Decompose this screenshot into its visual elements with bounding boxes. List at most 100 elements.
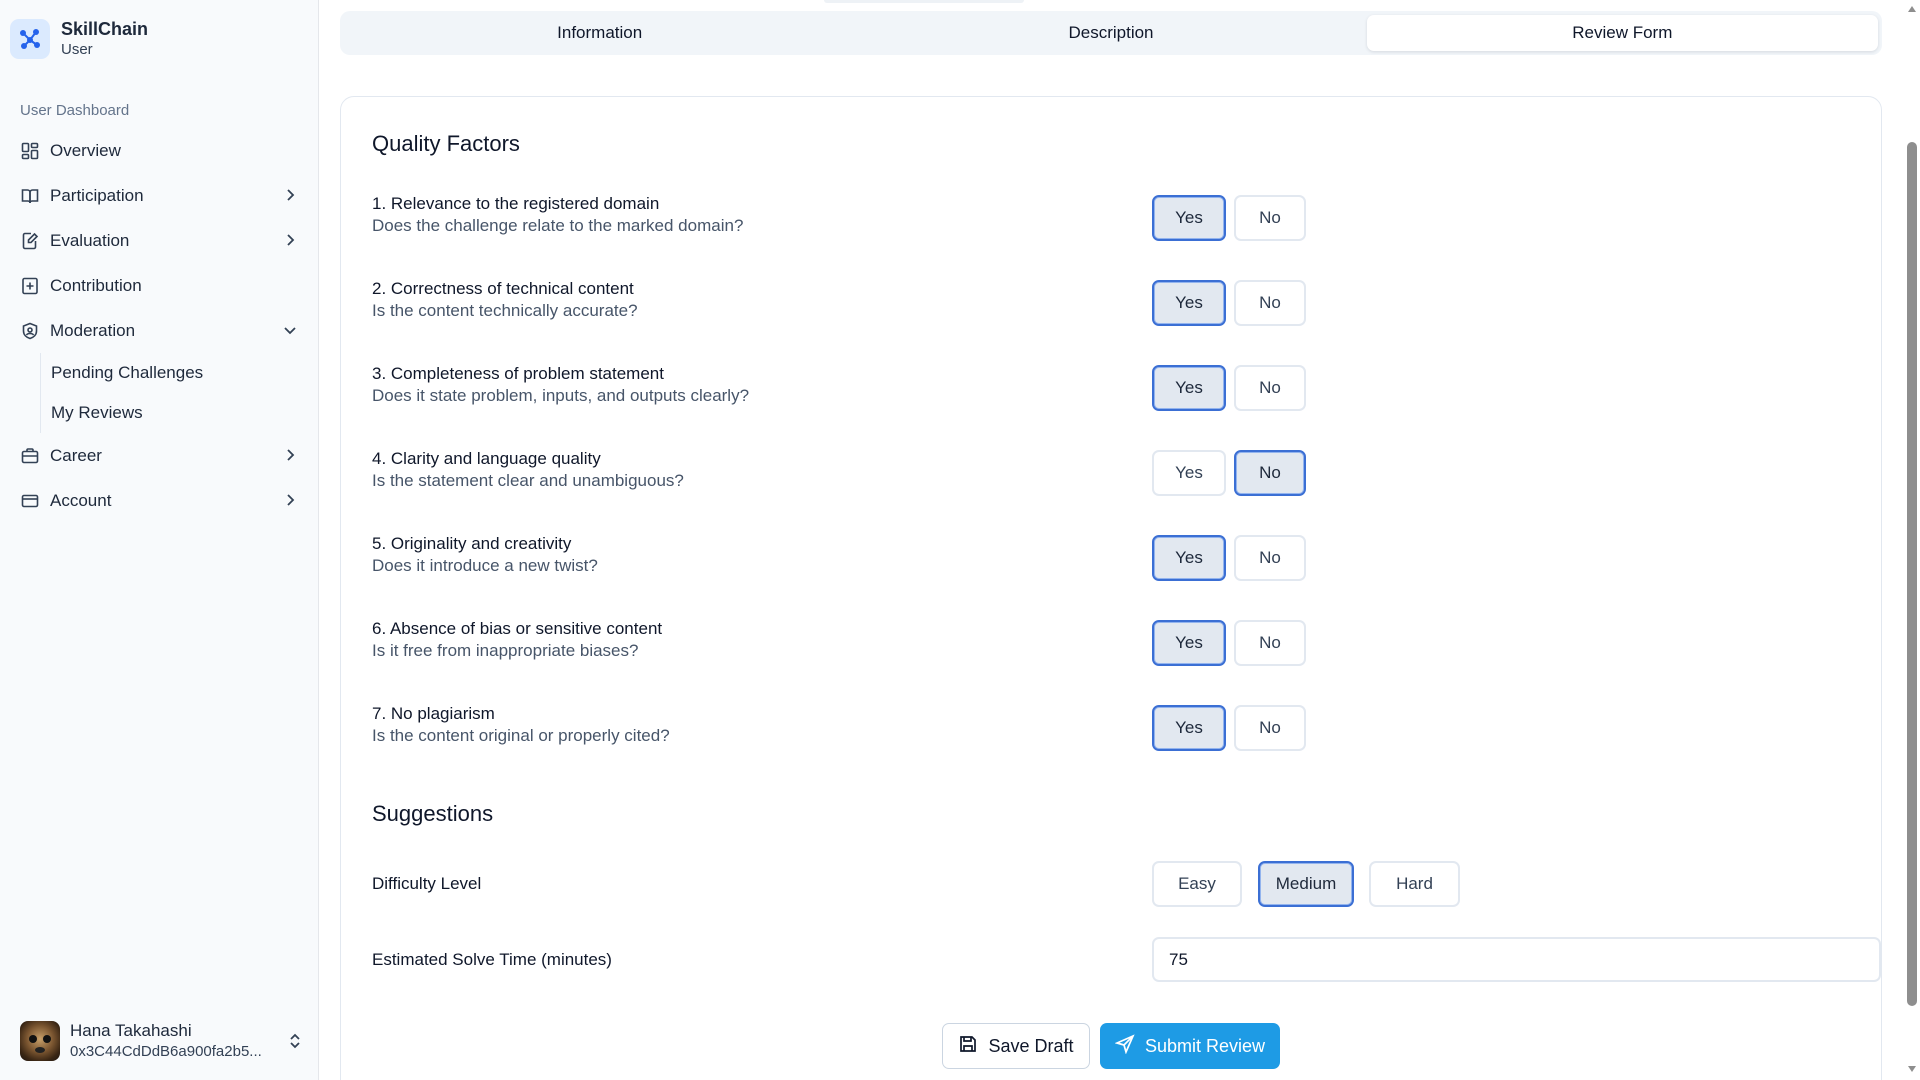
- factor-no-button[interactable]: No: [1234, 705, 1306, 751]
- quality-factor-row: 1. Relevance to the registered domain Do…: [372, 193, 1852, 243]
- chevron-right-icon: [280, 445, 300, 465]
- suggestions-title: Suggestions: [372, 801, 494, 826]
- factor-yes-button[interactable]: Yes: [1152, 450, 1226, 496]
- scroll-up-arrow-icon[interactable]: [1908, 6, 1916, 12]
- factor-yes-button[interactable]: Yes: [1152, 195, 1226, 241]
- difficulty-easy-button[interactable]: Easy: [1152, 861, 1242, 907]
- solve-time-label: Estimated Solve Time (minutes): [372, 950, 612, 969]
- quality-factor-row: 7. No plagiarism Is the content original…: [372, 703, 1852, 753]
- factor-no-button[interactable]: No: [1234, 450, 1306, 496]
- difficulty-medium-button[interactable]: Medium: [1258, 861, 1354, 907]
- tab-bar: Information Description Review Form: [340, 11, 1882, 55]
- factor-description: Is it free from inappropriate biases?: [372, 641, 639, 660]
- sidebar-item-label: Account: [50, 490, 112, 510]
- quality-factor-row: 2. Correctness of technical content Is t…: [372, 278, 1852, 328]
- sidebar-item-label: Career: [50, 445, 102, 465]
- sidebar-item-label: Participation: [50, 185, 144, 205]
- factor-no-button[interactable]: No: [1234, 535, 1306, 581]
- review-form-card: Quality Factors 1. Relevance to the regi…: [340, 96, 1882, 1080]
- save-draft-label: Save Draft: [988, 1035, 1074, 1056]
- factor-title: 3. Completeness of problem statement: [372, 364, 664, 383]
- sidebar-item-label: Evaluation: [50, 230, 130, 250]
- factor-description: Does it introduce a new twist?: [372, 556, 598, 575]
- chevron-right-icon: [280, 185, 300, 205]
- tab-review-form[interactable]: Review Form: [1366, 15, 1878, 51]
- page-scrollbar[interactable]: [1904, 0, 1920, 1080]
- quality-factors-title: Quality Factors: [372, 131, 520, 156]
- factor-title: 7. No plagiarism: [372, 704, 495, 723]
- brand[interactable]: SkillChain User: [10, 18, 148, 60]
- sidebar-item-participation[interactable]: Participation: [10, 173, 310, 218]
- difficulty-label: Difficulty Level: [372, 874, 482, 893]
- file-edit-icon: [20, 231, 40, 251]
- save-icon: [958, 1034, 978, 1059]
- factor-title: 4. Clarity and language quality: [372, 449, 601, 468]
- sidebar-item-label: Moderation: [50, 320, 136, 340]
- sidebar-item-career[interactable]: Career: [10, 433, 310, 478]
- user-name: Hana Takahashi: [70, 1021, 192, 1040]
- sidebar-item-evaluation[interactable]: Evaluation: [10, 218, 310, 263]
- difficulty-hard-button[interactable]: Hard: [1369, 861, 1460, 907]
- send-icon: [1114, 1033, 1135, 1059]
- factor-no-button[interactable]: No: [1234, 280, 1306, 326]
- factor-title: 1. Relevance to the registered domain: [372, 194, 660, 213]
- factor-no-button[interactable]: No: [1234, 620, 1306, 666]
- sidebar-item-overview[interactable]: Overview: [10, 128, 310, 173]
- submit-review-label: Submit Review: [1144, 1035, 1266, 1056]
- factor-no-button[interactable]: No: [1234, 195, 1306, 241]
- quality-factor-row: 3. Completeness of problem statement Doe…: [372, 363, 1852, 413]
- factor-yes-button[interactable]: Yes: [1152, 705, 1226, 751]
- avatar: [20, 1021, 60, 1061]
- factor-title: 5. Originality and creativity: [372, 534, 572, 553]
- top-edge-shadow: [824, 0, 1024, 3]
- factor-yes-button[interactable]: Yes: [1152, 620, 1226, 666]
- user-address: 0x3C44CdDdB6a900fa2b5...: [70, 1043, 262, 1060]
- sidebar-item-label: Contribution: [50, 275, 142, 295]
- factor-yes-button[interactable]: Yes: [1152, 280, 1226, 326]
- factor-title: 6. Absence of bias or sensitive content: [372, 619, 663, 638]
- scroll-down-arrow-icon[interactable]: [1908, 1066, 1916, 1072]
- tab-description[interactable]: Description: [855, 15, 1366, 51]
- credit-card-icon: [20, 491, 40, 511]
- sidebar-item-contribution[interactable]: Contribution: [10, 263, 310, 308]
- sidebar: SkillChain User User Dashboard Overview …: [0, 0, 319, 1080]
- save-draft-button[interactable]: Save Draft: [942, 1023, 1090, 1069]
- factor-yes-button[interactable]: Yes: [1152, 365, 1226, 411]
- sidebar-subitem-my-reviews[interactable]: My Reviews: [51, 393, 310, 433]
- moderation-submenu: Pending Challenges My Reviews: [40, 353, 310, 433]
- factor-yes-button[interactable]: Yes: [1152, 535, 1226, 581]
- chevron-right-icon: [280, 230, 300, 250]
- solve-time-input[interactable]: [1152, 937, 1881, 982]
- chevrons-up-down-icon: [285, 1031, 305, 1051]
- quality-factor-row: 4. Clarity and language quality Is the s…: [372, 448, 1852, 498]
- briefcase-icon: [20, 446, 40, 466]
- sidebar-nav: Overview Participation Evaluation Contri…: [10, 128, 310, 523]
- sidebar-subitem-pending-challenges[interactable]: Pending Challenges: [51, 353, 310, 393]
- chevron-right-icon: [280, 490, 300, 510]
- book-open-icon: [20, 186, 40, 206]
- solve-time-row: Estimated Solve Time (minutes): [372, 937, 1881, 983]
- factor-description: Is the statement clear and unambiguous?: [372, 471, 684, 490]
- skillchain-logo-icon: [10, 19, 50, 59]
- factor-description: Is the content technically accurate?: [372, 301, 638, 320]
- sidebar-item-label: Overview: [50, 140, 121, 160]
- tab-information[interactable]: Information: [344, 15, 855, 51]
- factor-title: 2. Correctness of technical content: [372, 279, 634, 298]
- sidebar-item-moderation[interactable]: Moderation: [10, 308, 310, 353]
- factor-description: Is the content original or properly cite…: [372, 726, 670, 745]
- app-name: SkillChain: [61, 19, 149, 39]
- factor-description: Does the challenge relate to the marked …: [372, 216, 744, 235]
- layout-grid-icon: [20, 141, 40, 161]
- difficulty-row: Difficulty Level Easy Medium Hard: [372, 861, 1852, 907]
- user-menu[interactable]: Hana Takahashi 0x3C44CdDdB6a900fa2b5...: [20, 1018, 305, 1064]
- shield-icon: [20, 321, 40, 341]
- nav-group-label: User Dashboard: [20, 102, 130, 119]
- quality-factor-row: 5. Originality and creativity Does it in…: [372, 533, 1852, 583]
- scrollbar-thumb[interactable]: [1907, 142, 1917, 1006]
- square-plus-icon: [20, 276, 40, 296]
- factor-no-button[interactable]: No: [1234, 365, 1306, 411]
- chevron-down-icon: [280, 320, 300, 340]
- app-role: User: [61, 41, 93, 58]
- sidebar-item-account[interactable]: Account: [10, 478, 310, 523]
- submit-review-button[interactable]: Submit Review: [1100, 1023, 1280, 1069]
